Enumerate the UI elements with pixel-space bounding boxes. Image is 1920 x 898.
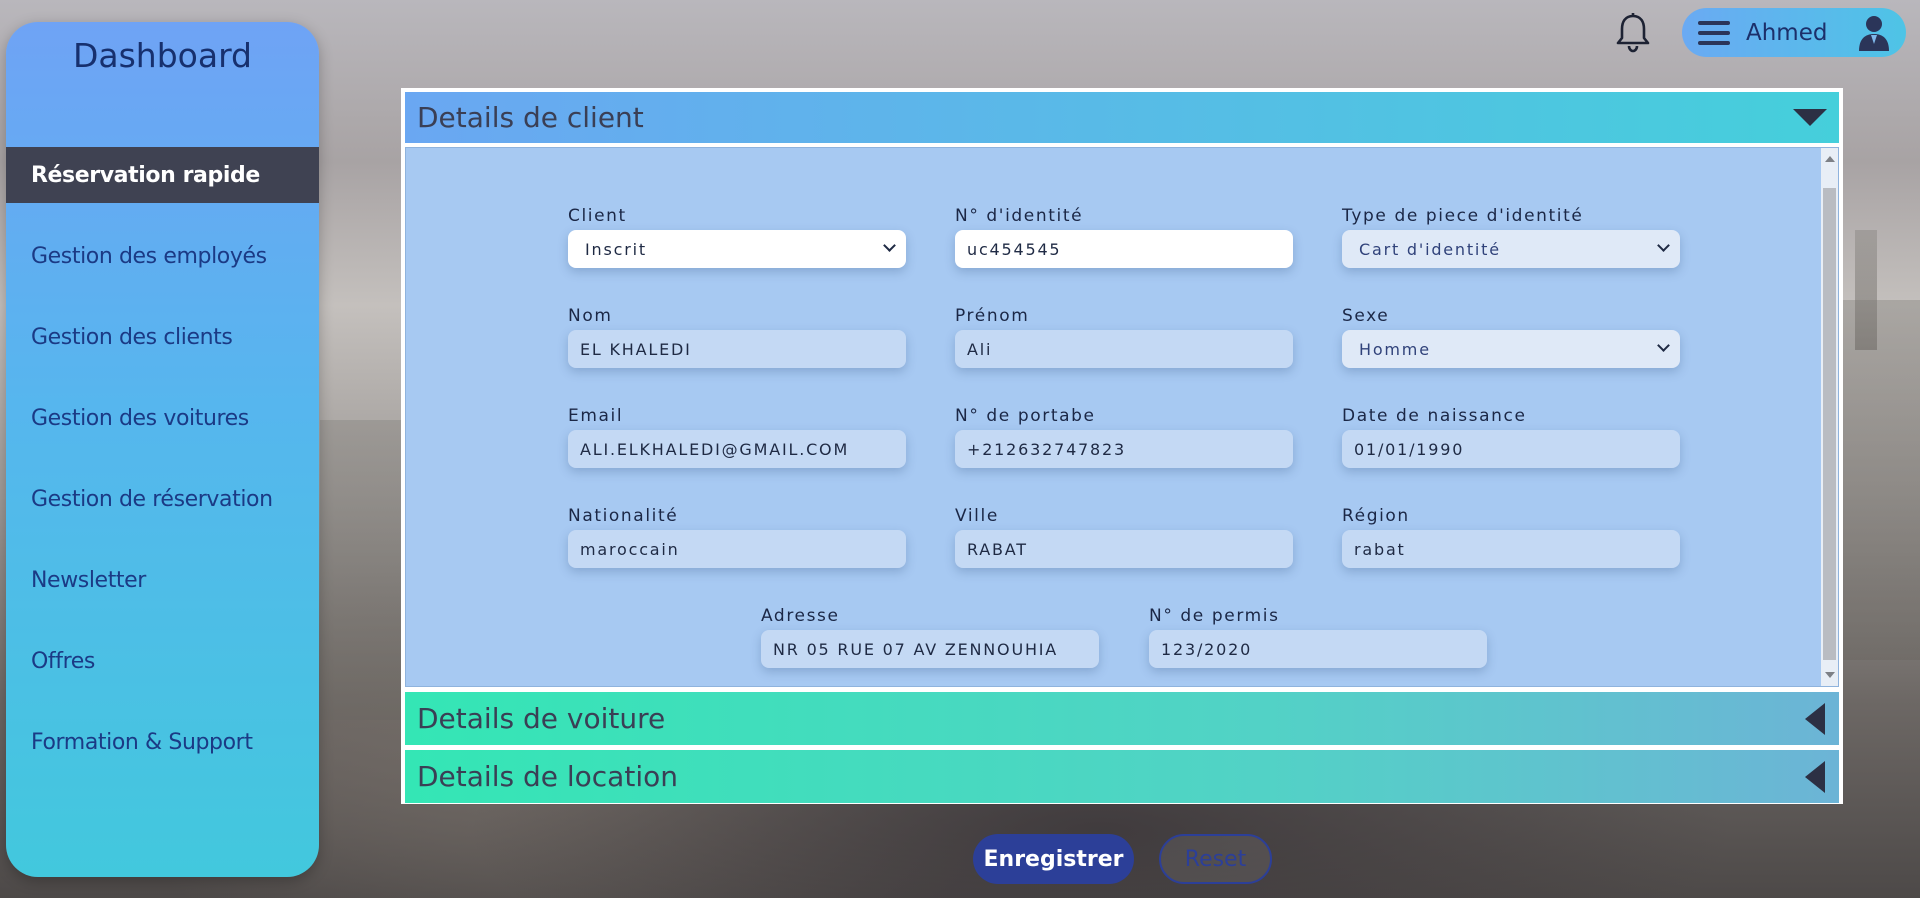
sidebar-item-offres[interactable]: Offres [6,633,319,689]
region-label: Région [1342,506,1410,526]
adresse-field: Adresse NR 05 RUE 07 AV ZENNOUHIA [761,606,1099,668]
type-piece-select[interactable]: Cart d'identité [1342,230,1680,268]
sidebar-item-gestion-voitures[interactable]: Gestion des voitures [6,390,319,446]
sidebar: Dashboard Réservation rapide Gestion des… [6,22,319,877]
identite-field: N° d'identité uc454545 [955,206,1293,268]
sidebar-item-reservation-rapide[interactable]: Réservation rapide [6,147,319,203]
user-menu[interactable]: Ahmed [1682,8,1906,57]
caret-left-icon[interactable] [1805,702,1825,735]
type-piece-select-value: Cart d'identité [1359,239,1501,259]
background-spire [1855,230,1877,350]
form-scrollbar[interactable] [1821,148,1838,686]
scroll-down-arrow-icon[interactable] [1825,672,1835,678]
client-select[interactable]: Inscrit [568,230,906,268]
reset-button[interactable]: Reset [1159,834,1272,884]
sexe-label: Sexe [1342,306,1390,326]
email-input[interactable]: ALI.ELKHALEDI@GMAIL.COM [568,430,906,468]
nationalite-field: Nationalité maroccain [568,506,906,568]
section-location-header[interactable]: Details de location [405,750,1839,803]
type-piece-field: Type de piece d'identité Cart d'identité [1342,206,1680,268]
nationalite-label: Nationalité [568,506,679,526]
user-avatar-icon[interactable] [1856,14,1892,52]
section-client-header[interactable]: Details de client [405,92,1839,143]
chevron-down-icon [1657,239,1670,252]
sexe-field: Sexe Homme [1342,306,1680,368]
email-field: Email ALI.ELKHALEDI@GMAIL.COM [568,406,906,468]
section-voiture-header[interactable]: Details de voiture [405,692,1839,745]
client-label: Client [568,206,627,226]
caret-down-icon[interactable] [1793,109,1827,126]
sidebar-title: Dashboard [72,36,253,75]
sidebar-item-formation-support[interactable]: Formation & Support [6,714,319,770]
user-name: Ahmed [1746,19,1828,46]
sidebar-menu: Réservation rapide Gestion des employés … [6,147,319,795]
identite-input[interactable]: uc454545 [955,230,1293,268]
region-field: Région rabat [1342,506,1680,568]
background-skyscraper [1830,300,1920,660]
naissance-label: Date de naissance [1342,406,1527,426]
ville-label: Ville [955,506,999,526]
chevron-down-icon [1657,339,1670,352]
nom-input[interactable]: EL KHALEDI [568,330,906,368]
prenom-input[interactable]: Ali [955,330,1293,368]
bell-icon[interactable] [1610,10,1656,56]
sidebar-item-gestion-reservation[interactable]: Gestion de réservation [6,471,319,527]
section-voiture-title: Details de voiture [417,702,666,735]
permis-field: N° de permis 123/2020 [1149,606,1487,668]
hamburger-icon[interactable] [1696,15,1732,51]
ville-field: Ville RABAT [955,506,1293,568]
chevron-down-icon [883,239,896,252]
adresse-label: Adresse [761,606,840,626]
section-client-title: Details de client [417,101,644,134]
email-label: Email [568,406,624,426]
naissance-field: Date de naissance 01/01/1990 [1342,406,1680,468]
permis-input[interactable]: 123/2020 [1149,630,1487,668]
permis-label: N° de permis [1149,606,1280,626]
client-select-value: Inscrit [585,239,647,259]
region-input[interactable]: rabat [1342,530,1680,568]
sexe-select-value: Homme [1359,339,1431,359]
naissance-input[interactable]: 01/01/1990 [1342,430,1680,468]
prenom-field: Prénom Ali [955,306,1293,368]
nom-label: Nom [568,306,613,326]
client-field: Client Inscrit [568,206,906,268]
ville-input[interactable]: RABAT [955,530,1293,568]
reservation-panel: Details de client Client Inscrit N° d'id… [401,88,1843,804]
client-form: Client Inscrit N° d'identité uc454545 Ty… [405,147,1839,687]
scroll-up-arrow-icon[interactable] [1825,156,1835,162]
section-location-title: Details de location [417,760,678,793]
adresse-input[interactable]: NR 05 RUE 07 AV ZENNOUHIA [761,630,1099,668]
portable-label: N° de portabe [955,406,1096,426]
sidebar-item-gestion-employes[interactable]: Gestion des employés [6,228,319,284]
caret-left-icon[interactable] [1805,760,1825,793]
sidebar-item-gestion-clients[interactable]: Gestion des clients [6,309,319,365]
identite-label: N° d'identité [955,206,1084,226]
sidebar-item-newsletter[interactable]: Newsletter [6,552,319,608]
portable-field: N° de portabe +212632747823 [955,406,1293,468]
prenom-label: Prénom [955,306,1030,326]
portable-input[interactable]: +212632747823 [955,430,1293,468]
nationalite-input[interactable]: maroccain [568,530,906,568]
nom-field: Nom EL KHALEDI [568,306,906,368]
sexe-select[interactable]: Homme [1342,330,1680,368]
type-piece-label: Type de piece d'identité [1342,206,1584,226]
scrollbar-thumb[interactable] [1823,188,1836,660]
save-button[interactable]: Enregistrer [973,834,1134,884]
